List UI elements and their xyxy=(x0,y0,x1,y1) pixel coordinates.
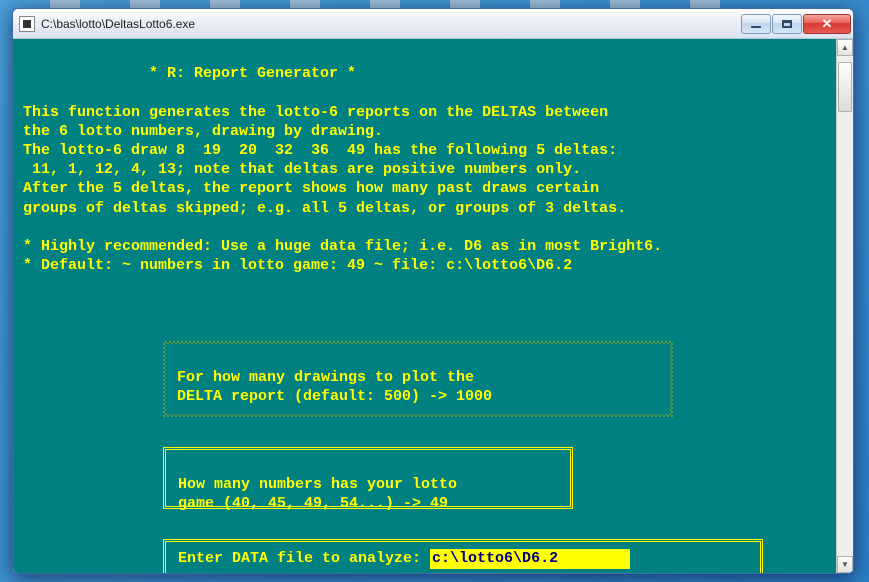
titlebar[interactable]: C:\bas\lotto\DeltasLotto6.exe ✕ xyxy=(13,9,853,39)
prompt-datafile-box: Enter DATA file to analyze: c:\lotto6\D6… xyxy=(163,539,763,573)
console-output: * R: Report Generator * This function ge… xyxy=(13,39,836,573)
report-title: * R: Report Generator * xyxy=(23,64,832,83)
datafile-input[interactable]: c:\lotto6\D6.2 xyxy=(430,549,630,568)
intro-line: 11, 1, 12, 4, 13; note that deltas are p… xyxy=(23,161,581,178)
default-line: * Default: ~ numbers in lotto game: 49 ~… xyxy=(23,257,572,274)
vertical-scrollbar[interactable]: ▲ ▼ xyxy=(836,39,853,573)
intro-line: This function generates the lotto-6 repo… xyxy=(23,104,608,121)
intro-line: the 6 lotto numbers, drawing by drawing. xyxy=(23,123,383,140)
intro-line: The lotto-6 draw 8 19 20 32 36 49 has th… xyxy=(23,142,617,159)
prompt-numbers-value[interactable]: 49 xyxy=(430,495,448,512)
intro-line: groups of deltas skipped; e.g. all 5 del… xyxy=(23,200,626,217)
app-window: C:\bas\lotto\DeltasLotto6.exe ✕ * R: Rep… xyxy=(12,8,854,574)
prompt-drawings-box: For how many drawings to plot the DELTA … xyxy=(163,341,673,417)
scroll-down-button[interactable]: ▼ xyxy=(837,556,853,573)
window-title: C:\bas\lotto\DeltasLotto6.exe xyxy=(41,17,741,31)
intro-line: After the 5 deltas, the report shows how… xyxy=(23,180,599,197)
app-icon xyxy=(19,16,35,32)
prompt-numbers-l1: How many numbers has your lotto xyxy=(178,476,457,493)
scroll-thumb[interactable] xyxy=(838,62,852,112)
prompt-numbers-box: How many numbers has your lotto game (40… xyxy=(163,447,573,509)
prompt-datafile-label: Enter DATA file to analyze: xyxy=(178,549,430,568)
scroll-track[interactable] xyxy=(837,56,853,556)
minimize-button[interactable] xyxy=(741,14,771,34)
scroll-up-button[interactable]: ▲ xyxy=(837,39,853,56)
prompt-drawings-label: DELTA report (default: 500) -> xyxy=(177,388,456,405)
prompt-drawings-value[interactable]: 1000 xyxy=(456,388,492,405)
maximize-button[interactable] xyxy=(772,14,802,34)
close-button[interactable]: ✕ xyxy=(803,14,851,34)
recommendation-line: * Highly recommended: Use a huge data fi… xyxy=(23,238,662,255)
prompt-drawings-l1: For how many drawings to plot the xyxy=(177,369,474,386)
prompt-numbers-label: game (40, 45, 49, 54...) -> xyxy=(178,495,430,512)
